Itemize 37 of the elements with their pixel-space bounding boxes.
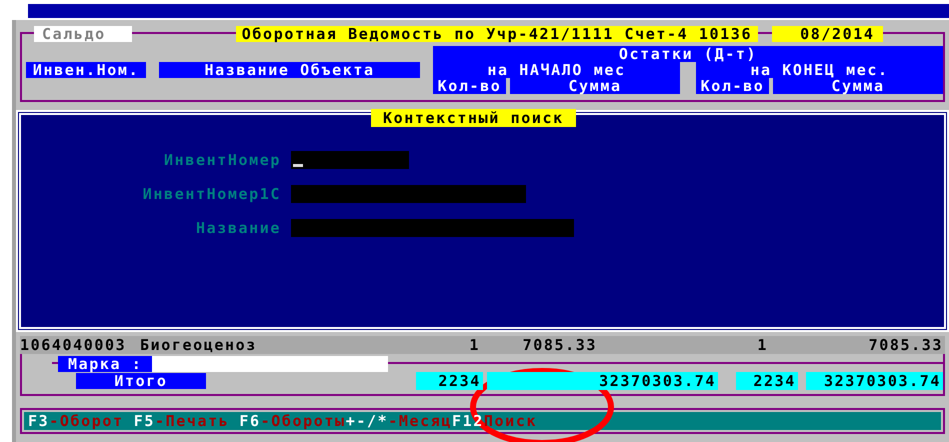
column-header: Кол-во — [696, 78, 769, 94]
input-field[interactable] — [291, 151, 409, 169]
column-header: Кол-во — [433, 78, 506, 94]
table-cell-text: 7085.33 — [522, 336, 597, 354]
hotkey[interactable]: F5-Печать — [134, 412, 230, 430]
table-cell-text: 1 — [468, 336, 480, 354]
field-label: ИнвентНомер — [163, 151, 281, 169]
input-field[interactable] — [291, 185, 526, 203]
total-label: Итого — [76, 373, 206, 389]
total-value: 32370303.74 — [486, 372, 718, 390]
brand-field[interactable] — [152, 356, 388, 372]
hotkey[interactable]: F6-Обороты — [239, 412, 346, 430]
report-title: Оборотная Ведомость по Учр-421/1111 Счет-4 10136 — [236, 26, 758, 42]
input-field[interactable] — [291, 219, 574, 237]
table-cell-text: 1 — [756, 336, 768, 354]
total-value: 2234 — [416, 372, 483, 390]
table-row[interactable]: 1064040003 Биогеоценоз 1 7085.33 1 7085.33 — [20, 336, 945, 354]
table-cell-text: 7085.33 — [868, 336, 943, 354]
dialog-title: Контекстный поиск — [371, 109, 576, 127]
mode-tab[interactable]: Сальдо — [34, 26, 132, 42]
brand-label: Марка : — [58, 356, 152, 372]
field-label: Название — [194, 219, 281, 237]
column-header: Инвен.Ном. — [26, 62, 146, 78]
column-header: Сумма — [510, 78, 680, 94]
total-value: 2234 — [736, 372, 798, 390]
column-header: Название Объекта — [159, 62, 420, 78]
column-header: на НАЧАЛО мес — [433, 62, 680, 78]
period-label: 08/2014 — [772, 26, 882, 42]
hotkey[interactable]: F3-Оборот — [28, 412, 124, 430]
field-label: ИнвентНомер1С — [142, 185, 281, 203]
column-header: на КОНЕЦ мес. — [696, 62, 943, 78]
column-header: Остатки (Д-т) — [433, 46, 943, 62]
total-value: 32370303.74 — [806, 372, 943, 390]
table-cell-text: 1064040003 — [20, 336, 128, 354]
hotkey[interactable]: +-/*-Месяц — [346, 412, 452, 430]
column-header: Сумма — [773, 78, 943, 94]
table-cell-text: Биогеоценоз — [140, 336, 258, 354]
